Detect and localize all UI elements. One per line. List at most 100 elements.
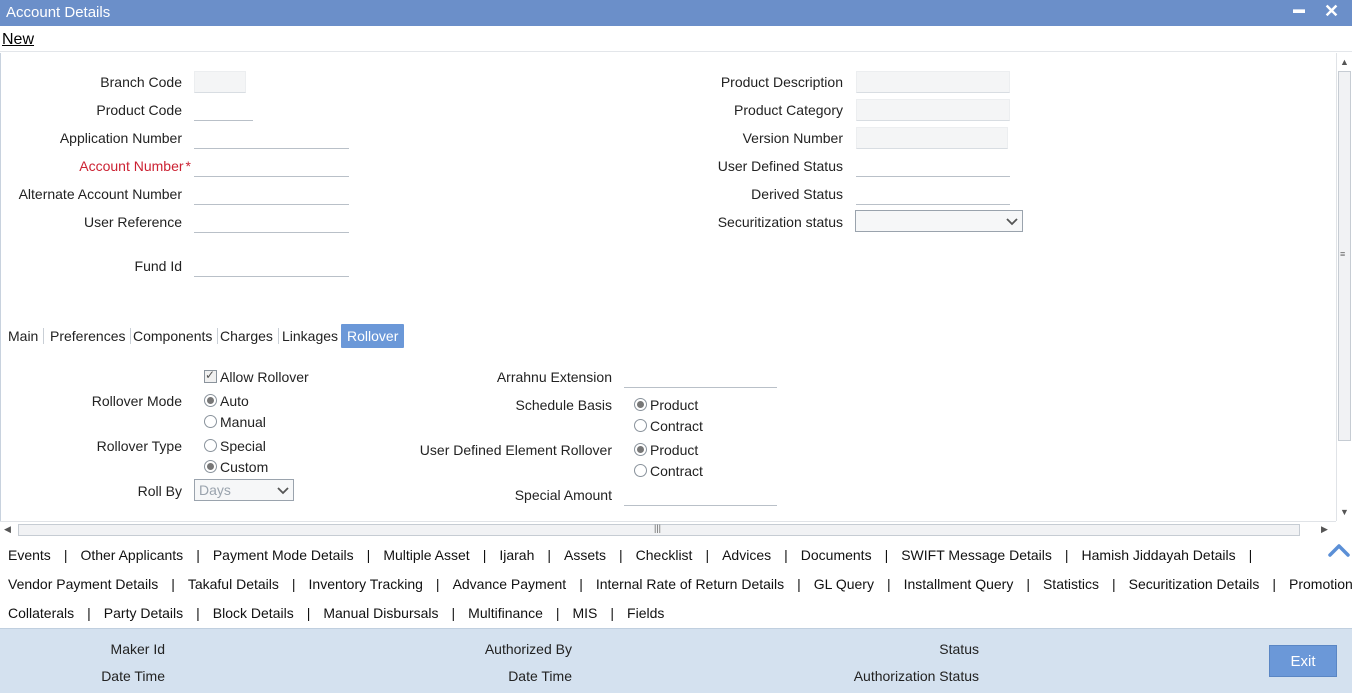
derived-status-field[interactable] (856, 183, 1010, 205)
ude-rollover-contract-radio[interactable] (634, 464, 647, 477)
securitization-status-select[interactable] (855, 210, 1023, 232)
tab-main[interactable]: Main (2, 324, 45, 348)
link-fields[interactable]: Fields (627, 605, 664, 621)
link-multifinance[interactable]: Multifinance (468, 605, 543, 621)
auth-date-time-label: Date Time (508, 668, 572, 684)
link-separator: | (366, 547, 371, 563)
schedule-basis-product-radio[interactable] (634, 398, 647, 411)
fund-id-field[interactable] (194, 255, 349, 277)
link-assets[interactable]: Assets (564, 547, 606, 563)
link-checklist[interactable]: Checklist (636, 547, 693, 563)
application-number-field[interactable] (194, 127, 349, 149)
status-label: Status (939, 641, 979, 657)
link-separator: | (886, 576, 891, 592)
link-ijarah[interactable]: Ijarah (499, 547, 534, 563)
arrahnu-extension-field[interactable] (624, 366, 777, 388)
schedule-basis-contract-radio[interactable] (634, 419, 647, 432)
link-vendor-payment-details[interactable]: Vendor Payment Details (8, 576, 158, 592)
rollover-type-custom-radio[interactable] (204, 460, 217, 473)
authorization-status-label: Authorization Status (853, 668, 979, 684)
link-advices[interactable]: Advices (722, 547, 771, 563)
scroll-down-icon[interactable]: ▼ (1340, 507, 1349, 517)
chevron-up-icon[interactable] (1326, 540, 1352, 560)
fund-id-label: Fund Id (134, 258, 182, 274)
arrahnu-extension-label: Arrahnu Extension (496, 369, 612, 385)
version-number-field[interactable] (856, 127, 1008, 149)
link-block-details[interactable]: Block Details (213, 605, 294, 621)
rollover-mode-manual-radio[interactable] (204, 415, 217, 428)
rollover-mode-auto-radio[interactable] (204, 394, 217, 407)
user-reference-field[interactable] (194, 211, 349, 233)
link-documents[interactable]: Documents (801, 547, 872, 563)
window-title: Account Details (6, 4, 111, 21)
link-promotions[interactable]: Promotions (1289, 576, 1352, 592)
link-takaful-details[interactable]: Takaful Details (188, 576, 279, 592)
alternate-account-number-field[interactable] (194, 183, 349, 205)
link-multiple-asset[interactable]: Multiple Asset (383, 547, 469, 563)
minimize-icon[interactable]: ▬ (1293, 2, 1305, 16)
link-other-applicants[interactable]: Other Applicants (80, 547, 183, 563)
grip-icon: ||| (654, 523, 662, 533)
product-description-label: Product Description (720, 74, 843, 90)
rollover-type-special-radio[interactable] (204, 439, 217, 452)
scroll-right-icon[interactable]: ▶ (1321, 524, 1328, 535)
allow-rollover-label: Allow Rollover (220, 369, 309, 385)
links-row-2: Vendor Payment Details | Takaful Details | I… (8, 576, 1352, 598)
vertical-scrollbar[interactable]: ▲ ≡ ▼ (1336, 53, 1352, 521)
tab-charges[interactable]: Charges (214, 324, 279, 348)
exit-button[interactable]: Exit (1269, 645, 1337, 677)
special-amount-label: Special Amount (514, 487, 612, 503)
schedule-basis-product-label: Product (650, 397, 699, 413)
link-mis[interactable]: MIS (573, 605, 598, 621)
close-icon[interactable]: ✕ (1324, 1, 1339, 22)
tab-preferences[interactable]: Preferences (44, 324, 132, 348)
link-advance-payment[interactable]: Advance Payment (453, 576, 567, 592)
link-party-details[interactable]: Party Details (104, 605, 183, 621)
link-separator: | (555, 605, 560, 621)
link-statistics[interactable]: Statistics (1043, 576, 1099, 592)
product-description-field[interactable] (856, 71, 1010, 93)
link-securitization-details[interactable]: Securitization Details (1129, 576, 1260, 592)
link-separator: | (1248, 547, 1253, 563)
subscreen-links: Events | Other Applicants | Payment Mode Det… (0, 538, 1352, 628)
link-collaterals[interactable]: Collaterals (8, 605, 74, 621)
link-events[interactable]: Events (8, 547, 51, 563)
link-separator: | (1026, 576, 1030, 592)
link-swift-message-details[interactable]: SWIFT Message Details (901, 547, 1052, 563)
scroll-up-icon[interactable]: ▲ (1340, 57, 1349, 67)
link-installment-query[interactable]: Installment Query (904, 576, 1014, 592)
alternate-account-number-label: Alternate Account Number (18, 186, 182, 202)
product-code-field[interactable] (194, 99, 253, 121)
roll-by-select[interactable]: Days (194, 479, 294, 501)
link-hamish-jiddayah-details[interactable]: Hamish Jiddayah Details (1082, 547, 1236, 563)
horizontal-scrollbar[interactable]: ◀ ||| ▶ (0, 521, 1336, 537)
link-payment-mode-details[interactable]: Payment Mode Details (213, 547, 354, 563)
rollover-mode-label: Rollover Mode (91, 393, 182, 409)
link-manual-disbursals[interactable]: Manual Disbursals (323, 605, 438, 621)
links-row-1: Events | Other Applicants | Payment Mode Det… (8, 547, 1265, 569)
link-separator: | (435, 576, 440, 592)
ude-rollover-product-radio[interactable] (634, 443, 647, 456)
link-separator: | (1111, 576, 1116, 592)
link-gl-query[interactable]: GL Query (814, 576, 874, 592)
main-content: Branch Code Product Code Application Num… (0, 53, 1336, 521)
user-reference-label: User Reference (83, 214, 182, 230)
audit-footer: Maker Id Date Time Authorized By Date Ti… (0, 628, 1352, 693)
tab-linkages[interactable]: Linkages (276, 324, 344, 348)
new-link[interactable]: New (2, 31, 34, 49)
allow-rollover-checkbox[interactable] (204, 368, 217, 383)
branch-code-field[interactable] (194, 71, 246, 93)
scroll-left-icon[interactable]: ◀ (4, 524, 11, 535)
link-inventory-tracking[interactable]: Inventory Tracking (309, 576, 423, 592)
account-number-label-text: Account Number (79, 158, 184, 174)
tab-components[interactable]: Components (127, 324, 219, 348)
product-category-field[interactable] (856, 99, 1010, 121)
user-defined-status-field[interactable] (856, 155, 1010, 177)
tab-rollover[interactable]: Rollover (341, 324, 405, 348)
link-separator: | (610, 605, 615, 621)
maker-date-time-label: Date Time (101, 668, 165, 684)
link-separator: | (797, 576, 801, 592)
account-number-field[interactable] (194, 155, 349, 177)
link-irr-details[interactable]: Internal Rate of Return Details (596, 576, 784, 592)
special-amount-field[interactable] (624, 484, 777, 506)
